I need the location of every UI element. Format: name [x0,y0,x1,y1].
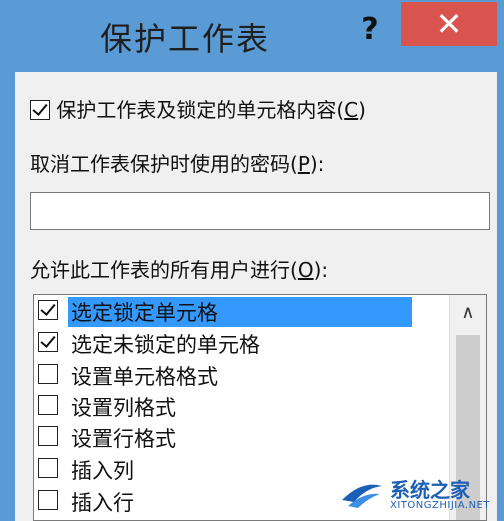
watermark-logo-icon [342,484,382,508]
list-item-checkbox[interactable] [38,395,58,415]
watermark-name: 系统之家 [390,478,470,502]
list-item-label: 选定锁定单元格 [68,297,412,327]
list-item-checkbox[interactable] [38,426,58,446]
protect-option[interactable]: 保护工作表及锁定的单元格内容(C) [30,94,366,123]
list-item[interactable]: 设置行格式 [34,421,449,451]
watermark: 系统之家 XITONGZHIJIA.NET [340,470,500,518]
password-hotkey: P [297,152,310,176]
protect-hotkey: C [344,98,359,122]
protect-checkbox[interactable] [30,100,50,120]
list-item-label: 选定未锁定的单元格 [71,333,260,357]
help-button[interactable]: ? [357,10,383,50]
protect-label: 保护工作表及锁定的单元格内容 [56,98,337,122]
allow-hotkey: O [297,258,314,282]
watermark-url: XITONGZHIJIA.NET [390,500,490,511]
list-item-label: 设置单元格格式 [71,365,218,389]
list-item-label: 设置列格式 [71,396,176,420]
list-item-label: 设置行格式 [71,427,176,451]
password-label: 取消工作表保护时使用的密码 [30,152,290,176]
dialog-body: 保护工作表及锁定的单元格内容(C) 取消工作表保护时使用的密码(P): 允许此工… [15,72,497,521]
protect-sheet-dialog: 保护工作表 ? ✕ 保护工作表及锁定的单元格内容(C) 取消工作表保护时使用的密… [0,0,504,521]
list-item[interactable]: 选定锁定单元格 [34,295,449,327]
password-label-row: 取消工作表保护时使用的密码(P): [30,152,325,176]
title-bar: 保护工作表 ? ✕ [0,0,504,72]
password-field[interactable] [30,192,490,230]
list-item[interactable]: 选定未锁定的单元格 [34,327,449,357]
close-button[interactable]: ✕ [401,2,497,46]
list-item-checkbox[interactable] [38,490,58,510]
allow-label: 允许此工作表的所有用户进行 [30,258,290,282]
list-item-label: 插入列 [71,459,134,483]
list-item[interactable]: 设置列格式 [34,390,449,420]
list-item-checkbox[interactable] [38,458,58,478]
list-item-checkbox[interactable] [38,364,58,384]
list-item[interactable]: 设置单元格格式 [34,359,449,389]
list-item-label: 插入行 [71,491,134,515]
list-item-checkbox[interactable] [38,332,58,352]
close-icon: ✕ [435,5,463,43]
list-item-checkbox[interactable] [38,300,58,320]
chevron-up-icon[interactable]: ∧ [450,295,486,331]
allow-label-row: 允许此工作表的所有用户进行(O): [30,258,329,282]
dialog-title: 保护工作表 [100,20,271,58]
